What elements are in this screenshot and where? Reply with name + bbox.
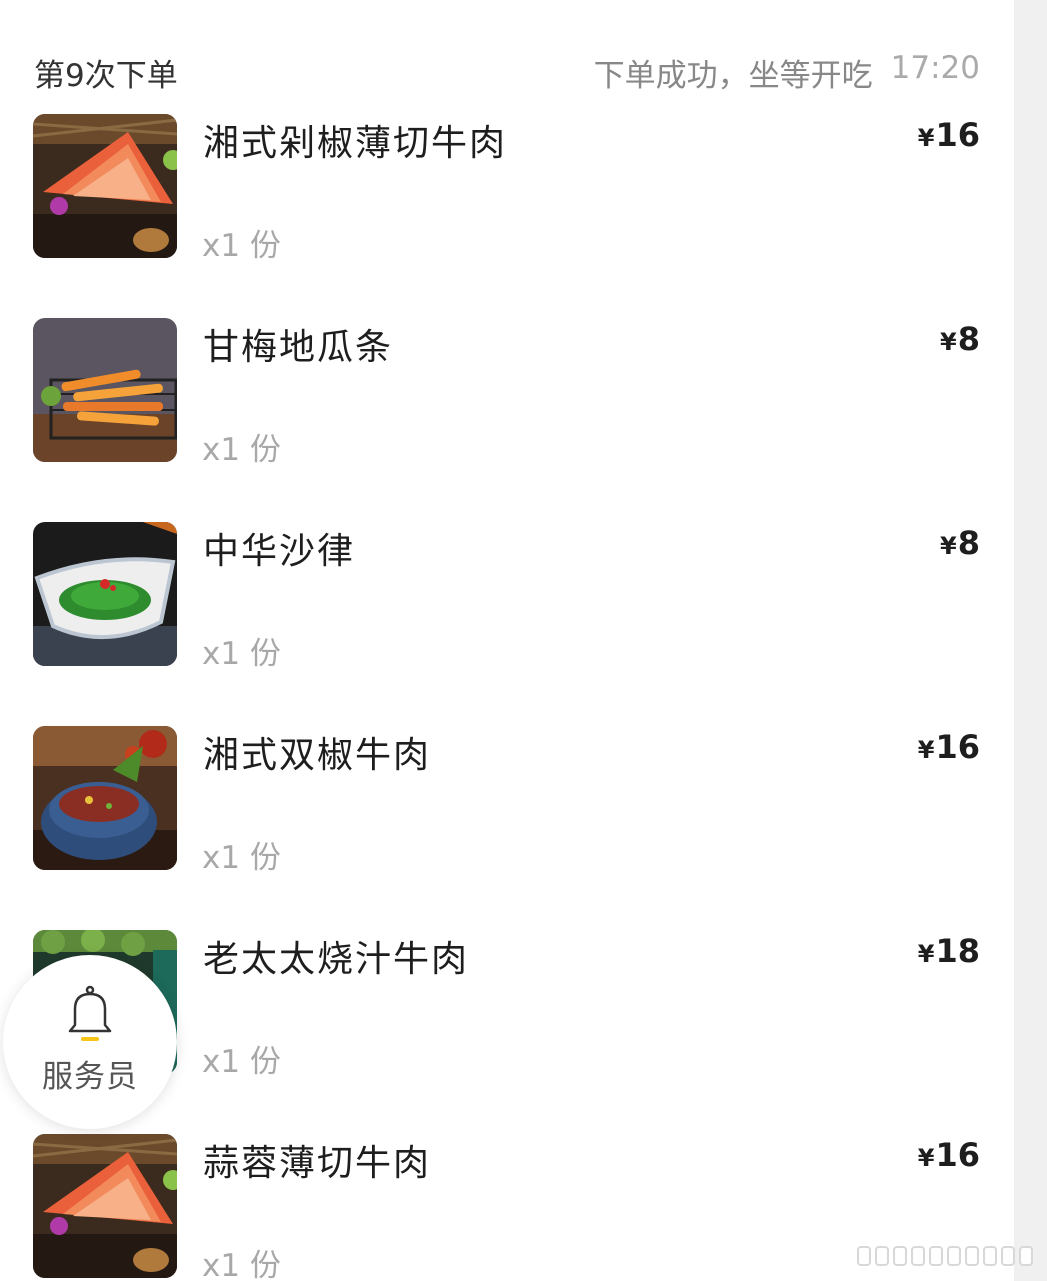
- dish-thumbnail[interactable]: [33, 114, 177, 258]
- item-name: 老太太烧汁牛肉: [203, 939, 470, 980]
- item-name: 中华沙律: [203, 531, 356, 572]
- order-header: 第9次下单 下单成功，坐等开吃 17:20: [0, 0, 1014, 110]
- item-price: ¥16: [918, 728, 980, 766]
- price-value: 8: [957, 320, 980, 358]
- order-title: 第9次下单: [34, 58, 178, 94]
- item-price: ¥16: [918, 116, 980, 154]
- seaweed-salad-photo: [33, 522, 177, 666]
- chili-beef-bowl-photo: [33, 726, 177, 870]
- order-status-text: 下单成功，坐等开吃: [593, 58, 873, 94]
- bottom-watermark: [857, 1245, 1042, 1267]
- order-time: 17:20: [890, 50, 980, 86]
- price-value: 16: [935, 1136, 980, 1174]
- price-value: 16: [935, 116, 980, 154]
- currency-symbol: ¥: [940, 532, 957, 560]
- currency-symbol: ¥: [917, 124, 935, 152]
- dish-thumbnail[interactable]: [33, 1134, 177, 1278]
- call-waiter-button[interactable]: 服务员: [3, 955, 177, 1129]
- order-item[interactable]: 湘式双椒牛肉 ¥16 x1 份: [0, 726, 1014, 930]
- dish-thumbnail[interactable]: [33, 318, 177, 462]
- item-quantity: x1 份: [202, 840, 281, 876]
- bell-icon: [68, 985, 112, 1041]
- item-quantity: x1 份: [202, 228, 281, 264]
- item-quantity: x1 份: [202, 636, 281, 672]
- price-value: 8: [957, 524, 980, 562]
- item-price: ¥16: [918, 1136, 980, 1174]
- currency-symbol: ¥: [917, 736, 935, 764]
- order-item[interactable]: 中华沙律 ¥8 x1 份: [0, 522, 1014, 726]
- currency-symbol: ¥: [917, 940, 935, 968]
- order-status: 下单成功，坐等开吃 17:20: [594, 50, 980, 95]
- price-value: 18: [935, 932, 980, 970]
- item-name: 甘梅地瓜条: [203, 327, 394, 368]
- sweet-potato-fries-photo: [33, 318, 177, 462]
- item-price: ¥18: [918, 932, 980, 970]
- item-quantity: x1 份: [202, 1044, 281, 1080]
- currency-symbol: ¥: [917, 1144, 935, 1172]
- currency-symbol: ¥: [940, 328, 957, 356]
- order-item[interactable]: 湘式剁椒薄切牛肉 ¥16 x1 份: [0, 114, 1014, 318]
- waiter-label: 服务员: [42, 1058, 138, 1095]
- item-price: ¥8: [940, 524, 980, 562]
- item-quantity: x1 份: [202, 1248, 281, 1281]
- dish-thumbnail[interactable]: [33, 522, 177, 666]
- price-value: 16: [935, 728, 980, 766]
- item-name: 蒜蓉薄切牛肉: [203, 1143, 432, 1184]
- item-quantity: x1 份: [202, 432, 281, 468]
- item-price: ¥8: [940, 320, 980, 358]
- dish-thumbnail[interactable]: [33, 726, 177, 870]
- order-item[interactable]: 甘梅地瓜条 ¥8 x1 份: [0, 318, 1014, 522]
- item-name: 湘式剁椒薄切牛肉: [203, 123, 508, 164]
- sliced-beef-dish-photo: [33, 1134, 177, 1278]
- sliced-beef-dish-photo: [33, 114, 177, 258]
- item-name: 湘式双椒牛肉: [203, 735, 432, 776]
- scrollbar[interactable]: [1014, 0, 1047, 1281]
